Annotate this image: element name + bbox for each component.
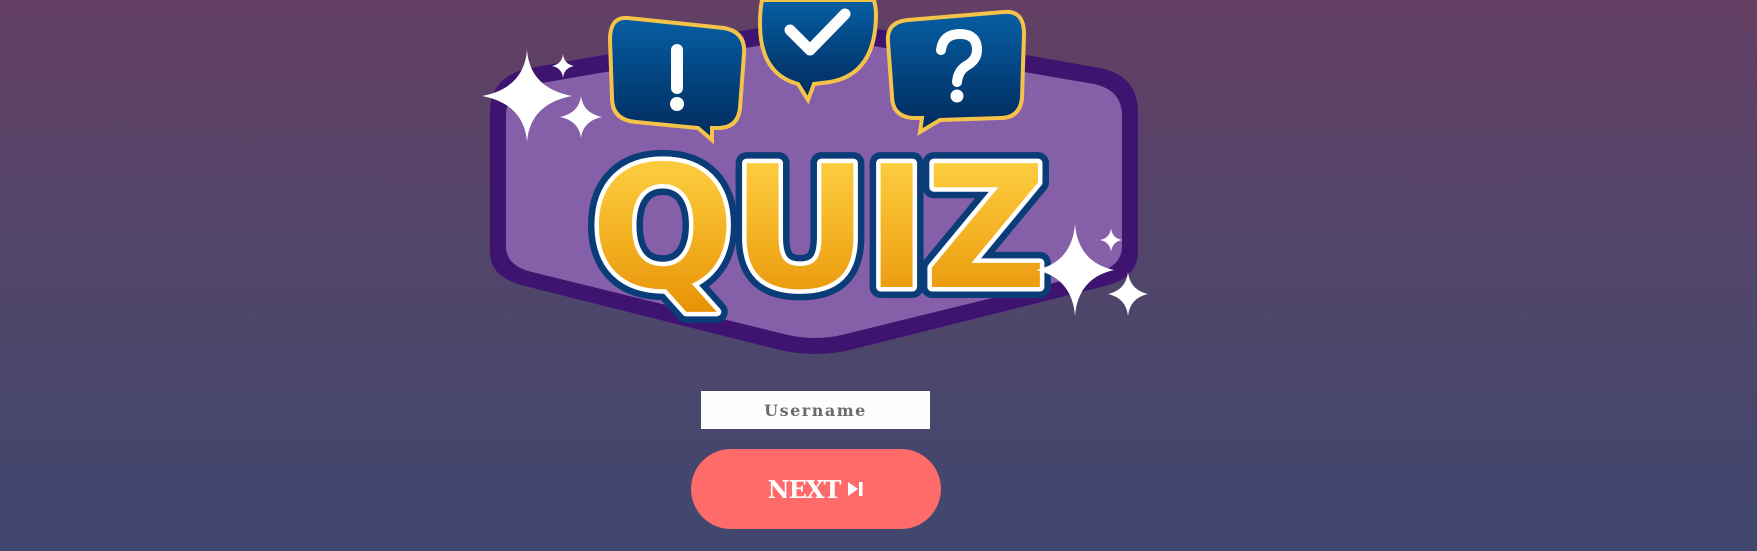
username-input[interactable]: [701, 391, 930, 429]
next-button[interactable]: NEXT: [691, 449, 941, 529]
question-bubble: [885, 9, 1027, 136]
next-button-label: NEXT: [767, 474, 842, 504]
skip-forward-icon: [848, 482, 863, 496]
quiz-title: QUIZ QUIZ QUIZ: [579, 119, 1058, 339]
quiz-title-fill: QUIZ: [590, 130, 1043, 328]
exclamation-icon: [670, 44, 684, 111]
exclamation-bubble: [607, 15, 747, 145]
